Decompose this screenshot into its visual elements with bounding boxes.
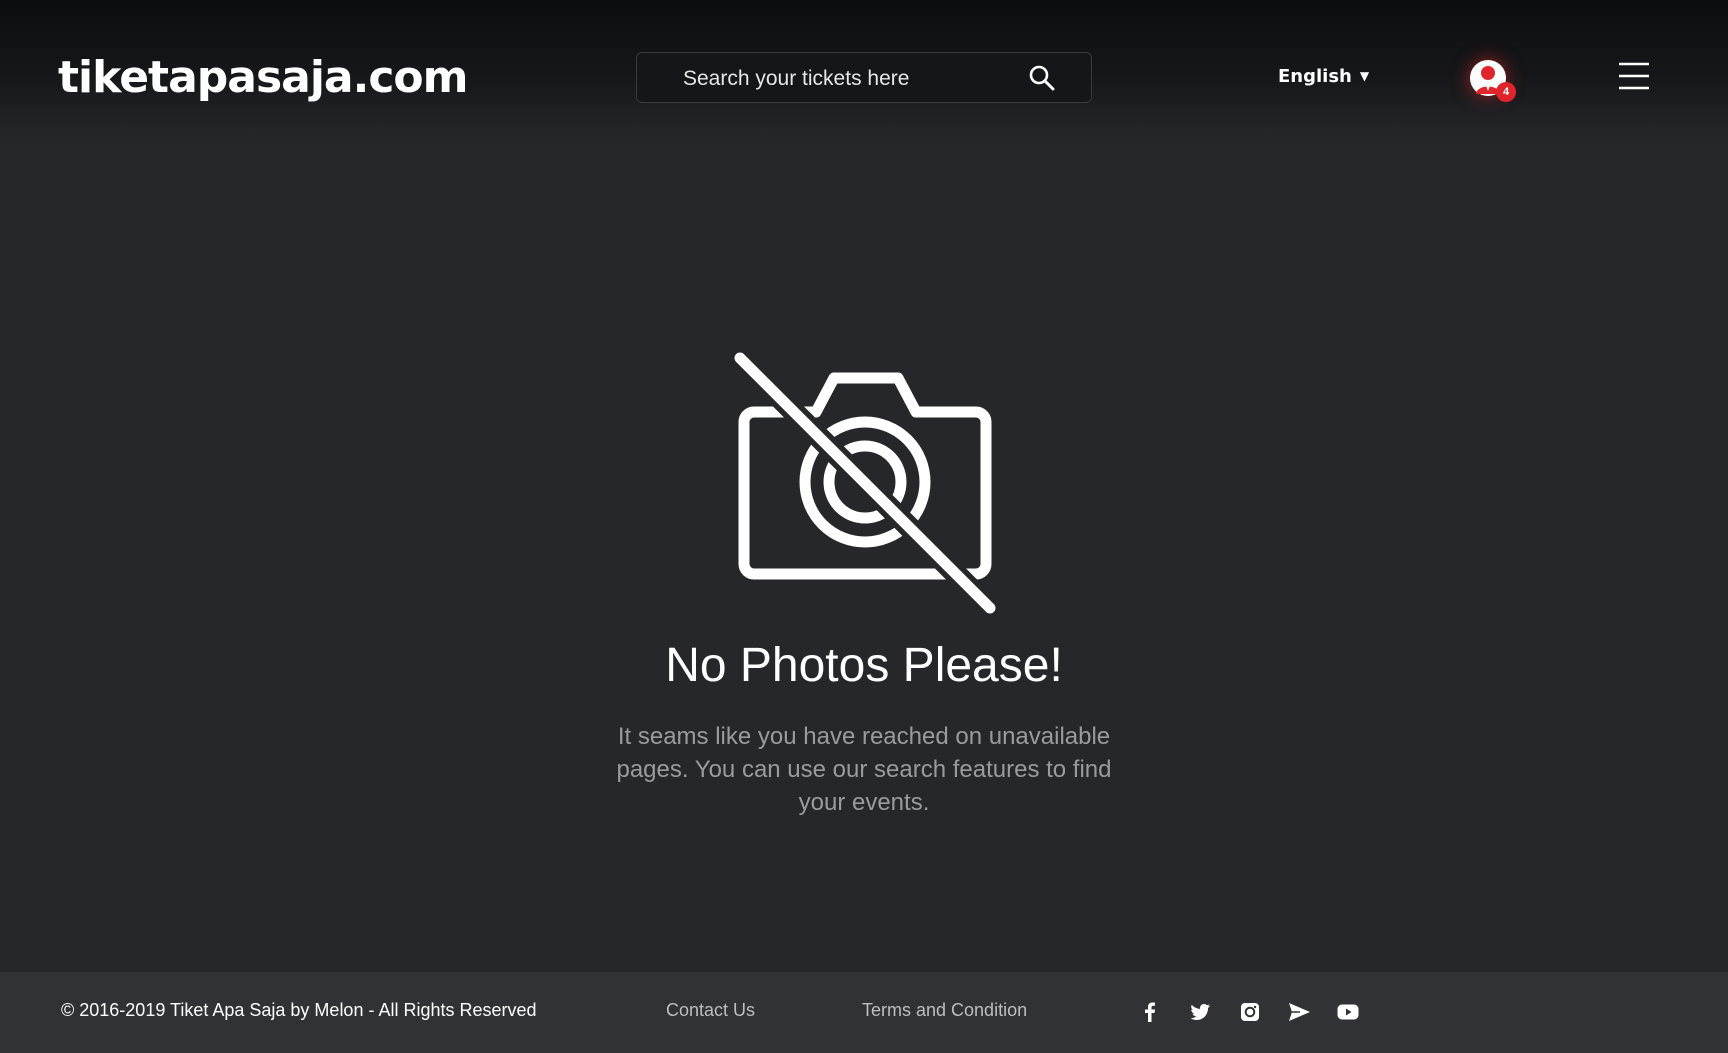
twitter-icon[interactable] <box>1188 1000 1212 1024</box>
page-title: No Photos Please! <box>665 639 1063 692</box>
footer: © 2016-2019 Tiket Apa Saja by Melon - Al… <box>0 972 1728 1053</box>
caret-down-icon: ▼ <box>1359 69 1370 83</box>
notification-badge: 4 <box>1496 82 1516 102</box>
search-icon[interactable] <box>1027 63 1057 93</box>
terms-link[interactable]: Terms and Condition <box>862 1000 1027 1021</box>
site-logo[interactable]: tiketapasaja.com <box>58 48 468 108</box>
send-icon[interactable] <box>1287 1000 1311 1024</box>
contact-us-link[interactable]: Contact Us <box>666 1000 755 1021</box>
language-label: English <box>1278 66 1352 87</box>
copyright-text: © 2016-2019 Tiket Apa Saja by Melon - Al… <box>61 1000 537 1020</box>
search-box <box>636 52 1092 104</box>
page-description: It seams like you have reached on unavai… <box>616 723 1112 816</box>
facebook-icon[interactable] <box>1138 1000 1162 1024</box>
no-camera-icon <box>734 352 996 614</box>
youtube-icon[interactable] <box>1336 1000 1360 1024</box>
instagram-icon[interactable] <box>1238 1000 1262 1024</box>
search-input[interactable] <box>681 53 1025 104</box>
language-selector[interactable]: English ▼ <box>1278 66 1369 87</box>
page: tiketapasaja.com English ▼ 4 <box>0 0 1728 1053</box>
hamburger-menu-icon[interactable] <box>1619 61 1649 91</box>
header: tiketapasaja.com English ▼ 4 <box>0 0 1728 140</box>
